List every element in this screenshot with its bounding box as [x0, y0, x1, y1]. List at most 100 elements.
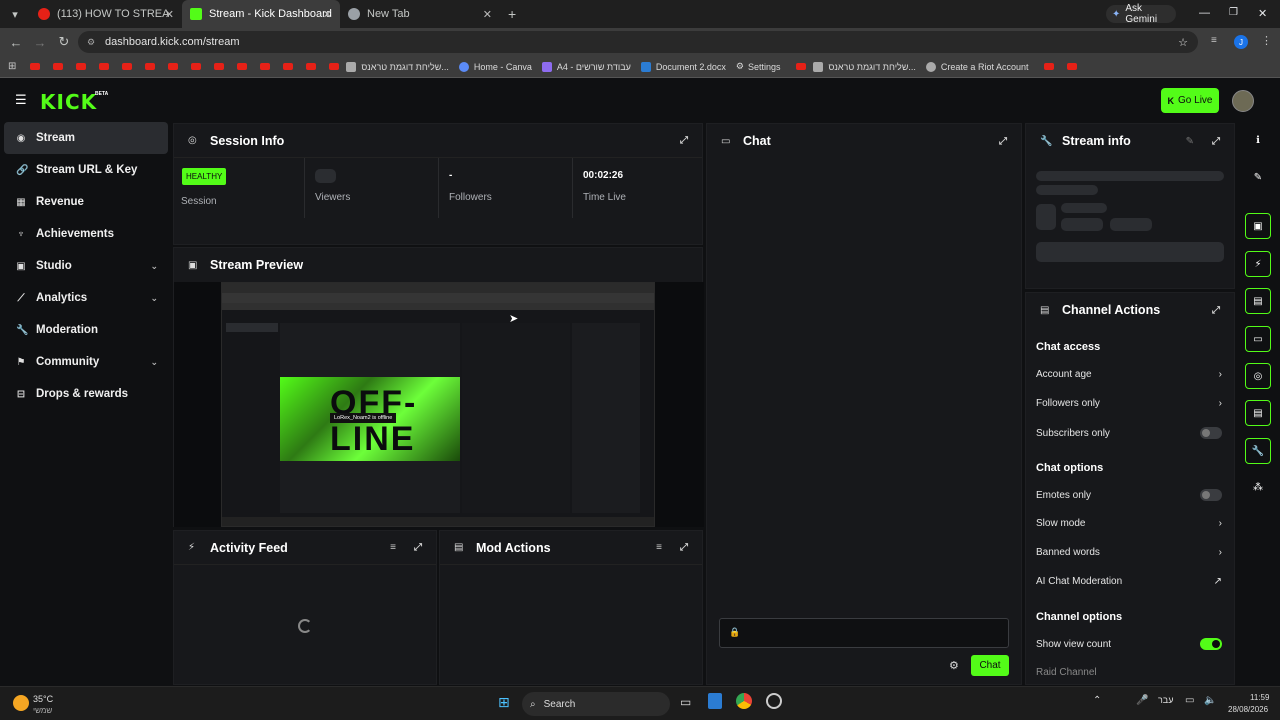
hamburger-menu-icon[interactable]: ☰ — [15, 92, 27, 108]
chevron-up-icon[interactable]: ⌃ — [1093, 695, 1101, 706]
rail-chat-button[interactable]: ▭ — [1245, 326, 1271, 352]
bookmark-star-icon[interactable]: ☆ — [1178, 36, 1188, 49]
back-icon[interactable]: ← — [8, 35, 24, 50]
avatar[interactable] — [1232, 90, 1254, 112]
cast-icon[interactable]: ≡ — [1211, 35, 1217, 46]
taskbar-search[interactable]: ⌕ Search — [522, 692, 670, 716]
apps-grid-icon[interactable]: ⊞ — [8, 61, 16, 72]
youtube-bookmark-icon[interactable] — [260, 63, 271, 70]
chat-settings-icon[interactable]: ⚙ — [949, 659, 959, 672]
clock-time[interactable]: 11:59 — [1250, 693, 1269, 702]
site-info-icon[interactable]: ⚙ — [87, 37, 95, 48]
profile-icon[interactable]: J — [1234, 35, 1248, 49]
new-tab-button[interactable]: + — [500, 0, 524, 28]
sidebar-item-studio[interactable]: ▣ Studio ⌄ — [4, 250, 168, 282]
file-explorer-icon[interactable] — [708, 693, 722, 709]
youtube-bookmark-icon[interactable] — [796, 63, 807, 70]
edit-icon[interactable]: ✎ — [1251, 172, 1265, 183]
banned-words-row[interactable]: Banned words › — [1036, 547, 1222, 558]
bookmark-item[interactable]: שליחת דוגמת טראנס... — [346, 61, 449, 72]
filter-icon[interactable]: ≡ — [390, 542, 396, 553]
chat-input[interactable]: 🔒 — [719, 618, 1009, 648]
browser-tab-active[interactable]: Stream - Kick Dashboard ✕ — [182, 0, 340, 28]
emotes-only-toggle[interactable] — [1200, 489, 1222, 501]
ask-gemini-button[interactable]: ✦ Ask Gemini — [1106, 3, 1176, 25]
bookmark-item[interactable]: שליחת דוגמת טראנס... — [813, 61, 916, 72]
youtube-bookmark-icon[interactable] — [329, 63, 340, 70]
bookmark-item[interactable]: ⚙ Settings — [736, 61, 781, 72]
youtube-bookmark-icon[interactable] — [214, 63, 225, 70]
forward-icon[interactable]: → — [32, 35, 48, 50]
youtube-bookmark-icon[interactable] — [30, 63, 41, 70]
task-view-icon[interactable]: ▭ — [680, 695, 691, 709]
youtube-bookmark-icon[interactable] — [237, 63, 248, 70]
tab-search-icon[interactable]: ▾ — [0, 0, 30, 28]
bookmark-item[interactable]: Document 2.docx — [640, 61, 726, 72]
info-icon[interactable]: ℹ — [1251, 135, 1265, 146]
preview-video[interactable]: OFF-LINE LoRex_Noam2 is offline ➤ — [174, 282, 704, 527]
browser-tab[interactable]: New Tab ✕ — [340, 0, 500, 28]
app-taskbar-icon[interactable] — [766, 693, 782, 709]
sidebar-item-revenue[interactable]: ▦ Revenue — [4, 186, 168, 218]
expand-icon[interactable]: ⤢ — [1212, 305, 1220, 316]
bookmark-item[interactable]: A4 - עבודת שורשים — [541, 61, 631, 72]
sidebar-item-drops-rewards[interactable]: ⊟ Drops & rewards — [4, 378, 168, 410]
youtube-bookmark-icon[interactable] — [306, 63, 317, 70]
subscribers-only-toggle[interactable] — [1200, 427, 1222, 439]
menu-dots-icon[interactable]: ⋮ — [1261, 34, 1272, 47]
mic-icon[interactable]: 🎤 — [1136, 695, 1148, 706]
close-tab-icon[interactable]: ✕ — [165, 8, 174, 21]
close-window-icon[interactable]: ✕ — [1258, 7, 1267, 20]
rail-activity-button[interactable]: ⚡ — [1245, 251, 1271, 277]
close-tab-icon[interactable]: ✕ — [483, 8, 492, 21]
sidebar-item-analytics[interactable]: ⟋ Analytics ⌄ — [4, 282, 168, 314]
followers-only-row[interactable]: Followers only › — [1036, 398, 1222, 409]
filter-icon[interactable]: ≡ — [656, 542, 662, 553]
expand-icon[interactable]: ⤢ — [680, 135, 688, 146]
network-icon[interactable]: ▭ — [1185, 695, 1194, 706]
url-field[interactable]: ⚙ dashboard.kick.com/stream ☆ — [78, 31, 1198, 53]
youtube-bookmark-icon[interactable] — [53, 63, 64, 70]
raid-channel-row[interactable]: Raid Channel — [1036, 667, 1222, 678]
expand-icon[interactable]: ⤢ — [999, 136, 1007, 147]
youtube-bookmark-icon[interactable] — [122, 63, 133, 70]
youtube-bookmark-icon[interactable] — [191, 63, 202, 70]
rail-preview-button[interactable]: ▣ — [1245, 213, 1271, 239]
rail-channel-button[interactable]: ▤ — [1245, 400, 1271, 426]
reload-icon[interactable]: ↻ — [56, 34, 72, 50]
weather-temp[interactable]: 35°C — [33, 694, 53, 704]
ai-chat-moderation-row[interactable]: AI Chat Moderation ↗ — [1036, 576, 1222, 587]
youtube-bookmark-icon[interactable] — [168, 63, 179, 70]
bookmark-item[interactable]: Create a Riot Account — [925, 61, 1028, 72]
expand-icon[interactable]: ⤢ — [1212, 136, 1220, 147]
account-age-row[interactable]: Account age › — [1036, 369, 1222, 380]
sidebar-item-achievements[interactable]: ♆ Achievements — [4, 218, 168, 250]
rail-stream-info-button[interactable]: 🔧 — [1245, 438, 1271, 464]
youtube-bookmark-icon[interactable] — [99, 63, 110, 70]
youtube-bookmark-icon[interactable] — [1044, 63, 1055, 70]
bookmark-item[interactable]: Home - Canva — [458, 61, 532, 72]
windows-start-icon[interactable]: ⊞ — [498, 694, 510, 711]
sidebar-item-stream-url-key[interactable]: 🔗 Stream URL & Key — [4, 154, 168, 186]
rail-session-button[interactable]: ◎ — [1245, 363, 1271, 389]
layout-icon[interactable]: ⁂ — [1251, 482, 1265, 493]
kick-logo[interactable]: KICK — [40, 90, 97, 114]
go-live-button[interactable]: K Go Live — [1161, 88, 1219, 113]
sidebar-item-moderation[interactable]: 🔧 Moderation — [4, 314, 168, 346]
expand-icon[interactable]: ⤢ — [680, 542, 688, 553]
expand-icon[interactable]: ⤢ — [414, 542, 422, 553]
close-tab-icon[interactable]: ✕ — [323, 8, 332, 21]
maximize-icon[interactable]: ❐ — [1229, 7, 1238, 18]
minimize-icon[interactable]: — — [1199, 7, 1210, 19]
youtube-bookmark-icon[interactable] — [76, 63, 87, 70]
show-view-count-toggle[interactable] — [1200, 638, 1222, 650]
sidebar-item-community[interactable]: ⚑ Community ⌄ — [4, 346, 168, 378]
youtube-bookmark-icon[interactable] — [145, 63, 156, 70]
browser-tab[interactable]: (113) HOW TO STREAM ON KICK ✕ — [30, 0, 182, 28]
rail-mod-actions-button[interactable]: ▤ — [1245, 288, 1271, 314]
sidebar-item-stream[interactable]: ◉ Stream — [4, 122, 168, 154]
slow-mode-row[interactable]: Slow mode › — [1036, 518, 1222, 529]
youtube-bookmark-icon[interactable] — [283, 63, 294, 70]
volume-icon[interactable]: 🔈 — [1204, 695, 1216, 706]
language-indicator[interactable]: עבר — [1158, 695, 1173, 705]
